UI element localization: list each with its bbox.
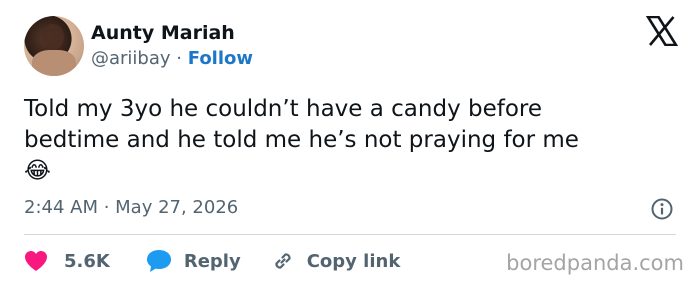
tweet-text-line-1: Told my 3yo he couldn’t have a candy bef… <box>24 96 543 122</box>
author-handle-row: @ariibay · Follow <box>91 48 253 69</box>
tears-of-joy-emoji: 😂 <box>24 158 51 184</box>
reply-button[interactable]: Reply <box>146 249 241 273</box>
speech-bubble-icon <box>146 250 171 272</box>
tweet-timestamp[interactable]: 2:44 AM · May 27, 2026 <box>24 197 238 218</box>
action-bar: 5.6K Reply Copy link <box>24 247 400 275</box>
like-button[interactable]: 5.6K <box>24 250 110 272</box>
copy-link-button[interactable]: Copy link <box>271 249 401 273</box>
reply-label: Reply <box>183 250 241 272</box>
link-icon <box>275 253 291 269</box>
separator-dot: · <box>176 48 183 69</box>
author-handle[interactable]: @ariibay <box>91 48 171 69</box>
watermark: boredpanda.com <box>506 251 684 275</box>
info-icon[interactable] <box>651 198 673 220</box>
tweet-text-line-2: bedtime and he told me he’s not praying … <box>24 127 579 153</box>
author-name[interactable]: Aunty Mariah <box>91 22 235 44</box>
divider <box>24 234 676 235</box>
like-count: 5.6K <box>64 250 110 272</box>
x-logo-icon[interactable] <box>646 16 678 46</box>
copy-link-label: Copy link <box>306 250 401 272</box>
tweet-text: Told my 3yo he couldn’t have a candy bef… <box>24 94 674 187</box>
avatar[interactable] <box>24 16 84 76</box>
follow-link[interactable]: Follow <box>188 48 253 69</box>
heart-icon <box>25 251 47 271</box>
